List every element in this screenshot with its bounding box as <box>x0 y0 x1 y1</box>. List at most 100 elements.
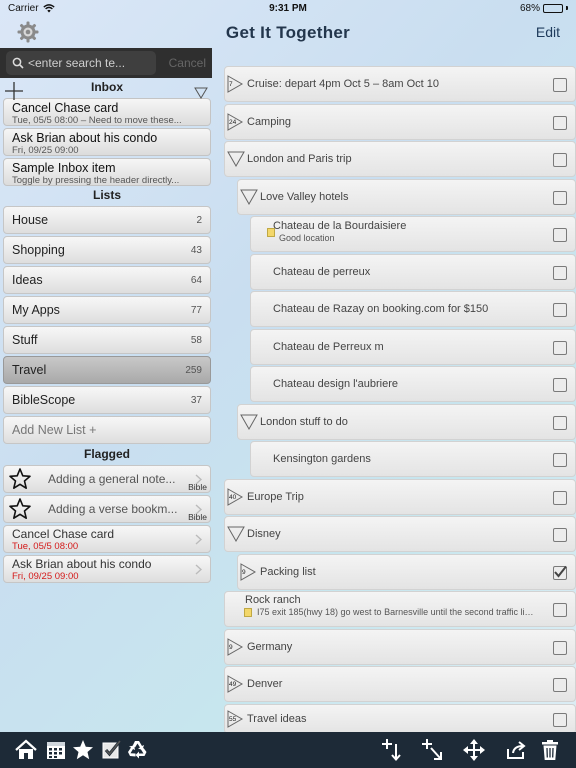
travel-row[interactable]: 40 Europe Trip <box>224 478 576 515</box>
travel-list-panel: 7 Cruise: depart 4pm Oct 5 – 8am Oct 10 … <box>224 66 576 735</box>
recycle-icon[interactable] <box>126 738 150 762</box>
row-label: Chateau de Perreux m <box>273 340 384 353</box>
collapse-triangle-icon[interactable] <box>227 151 245 167</box>
flagged-task-title: Cancel Chase card <box>12 527 115 541</box>
home-icon[interactable] <box>14 738 38 762</box>
travel-row[interactable]: 9 Germany <box>224 628 576 665</box>
inbox-header[interactable]: Inbox <box>0 78 214 101</box>
row-note: Good location <box>267 227 406 243</box>
expand-triangle-icon[interactable]: 24 <box>227 112 244 131</box>
flagged-note-tag: Bible <box>188 512 207 522</box>
flagged-title: Flagged <box>83 447 130 461</box>
battery-group: 68% <box>520 3 568 14</box>
travel-row[interactable]: Chateau design l'aubriere <box>250 366 576 402</box>
inbox-item[interactable]: Cancel Chase card Tue, 05/5 08:00 – Need … <box>3 98 211 126</box>
row-checkbox[interactable] <box>553 712 567 727</box>
move-icon[interactable] <box>462 738 486 762</box>
note-icon <box>244 607 252 617</box>
travel-row[interactable]: Love Valley hotels <box>237 178 576 215</box>
list-item-stuff[interactable]: Stuff 58 <box>3 326 211 354</box>
travel-row[interactable]: London and Paris trip <box>224 141 576 177</box>
carrier-label: Carrier <box>8 2 39 14</box>
add-subitem-icon[interactable] <box>420 738 444 762</box>
list-item-biblescope[interactable]: BibleScope 37 <box>3 386 211 414</box>
checkbox-icon[interactable] <box>99 738 123 762</box>
travel-row[interactable]: Rock ranch I75 exit 185(hwy 18) go west … <box>224 591 576 627</box>
row-checkbox[interactable] <box>553 228 567 242</box>
travel-row[interactable]: 24 Camping <box>224 103 576 140</box>
row-checkbox[interactable] <box>553 528 567 542</box>
row-checkbox[interactable] <box>553 303 567 317</box>
star-icon[interactable] <box>8 467 32 491</box>
flagged-note[interactable]: Adding a general note... Bible <box>3 465 211 493</box>
row-checkbox[interactable] <box>553 340 567 355</box>
row-checkbox[interactable] <box>553 265 567 280</box>
share-icon[interactable] <box>504 738 528 762</box>
travel-row[interactable]: London stuff to do <box>237 403 576 440</box>
travel-row[interactable]: Chateau de Razay on booking.com for $150 <box>250 291 576 327</box>
add-item-below-icon[interactable] <box>380 738 404 762</box>
flagged-task[interactable]: Cancel Chase card Tue, 05/5 08:00 <box>3 525 211 553</box>
search-cancel-button[interactable]: Cancel <box>169 56 206 70</box>
list-item-shopping[interactable]: Shopping 43 <box>3 236 211 264</box>
collapse-triangle-icon[interactable] <box>194 87 208 99</box>
inbox-item-title: Ask Brian about his condo <box>12 131 158 145</box>
travel-row[interactable]: 7 Cruise: depart 4pm Oct 5 – 8am Oct 10 <box>224 66 576 102</box>
collapse-triangle-icon[interactable] <box>227 526 245 542</box>
carrier-group: Carrier <box>8 3 55 14</box>
travel-row[interactable]: 55 Travel ideas <box>224 703 576 734</box>
expand-triangle-icon[interactable]: 7 <box>227 75 244 93</box>
row-checkbox[interactable] <box>553 640 567 655</box>
row-checkbox[interactable] <box>553 603 567 617</box>
row-checkbox[interactable] <box>553 453 567 467</box>
list-item-ideas[interactable]: Ideas 64 <box>3 266 211 294</box>
list-count: 43 <box>190 244 202 256</box>
row-checkbox[interactable] <box>553 415 567 430</box>
star-icon[interactable] <box>8 497 32 521</box>
travel-row[interactable]: Disney <box>224 516 576 552</box>
search-field[interactable] <box>6 51 156 75</box>
trash-icon[interactable] <box>538 738 562 762</box>
list-item-travel[interactable]: Travel 259 <box>3 356 211 384</box>
search-input[interactable] <box>28 56 146 70</box>
star-filled-icon[interactable] <box>71 738 95 762</box>
expand-triangle-icon[interactable]: 40 <box>227 487 244 506</box>
travel-row[interactable]: Chateau de la Bourdaisiere Good location <box>250 216 576 252</box>
list-item-house[interactable]: House 2 <box>3 206 211 234</box>
travel-row[interactable]: Kensington gardens <box>250 441 576 477</box>
list-item-my-apps[interactable]: My Apps 77 <box>3 296 211 324</box>
row-label: Disney <box>247 528 281 540</box>
row-checkbox[interactable] <box>553 115 567 130</box>
expand-triangle-icon[interactable]: 49 <box>227 675 244 693</box>
row-label: Cruise: depart 4pm Oct 5 – 8am Oct 10 <box>247 78 439 90</box>
edit-button[interactable]: Edit <box>536 24 560 40</box>
row-checkbox[interactable] <box>553 678 567 692</box>
child-count: 24 <box>229 118 237 126</box>
row-label: Love Valley hotels <box>260 190 349 203</box>
flagged-task[interactable]: Ask Brian about his condo Fri, 09/25 09:… <box>3 555 211 583</box>
row-checkbox[interactable] <box>553 153 567 167</box>
calendar-icon[interactable] <box>44 738 68 762</box>
add-list-button[interactable]: Add New List + <box>3 416 211 444</box>
row-checkbox[interactable] <box>553 378 567 392</box>
expand-triangle-icon[interactable]: 9 <box>240 562 257 581</box>
collapse-triangle-icon[interactable] <box>240 414 258 430</box>
expand-triangle-icon[interactable]: 9 <box>227 637 244 656</box>
travel-row[interactable]: 9 Packing list <box>237 553 576 590</box>
flagged-note[interactable]: Adding a verse bookm... Bible <box>3 495 211 523</box>
plus-icon[interactable] <box>4 81 24 101</box>
row-checkbox-checked[interactable] <box>553 565 567 580</box>
travel-row[interactable]: Chateau de perreux <box>250 253 576 290</box>
row-label: Packing list <box>260 565 316 578</box>
inbox-item[interactable]: Ask Brian about his condo Fri, 09/25 09:0… <box>3 128 211 156</box>
row-checkbox[interactable] <box>553 78 567 92</box>
row-label: Chateau de la Bourdaisiere <box>273 220 407 232</box>
expand-triangle-icon[interactable]: 55 <box>227 709 244 728</box>
travel-row[interactable]: 49 Denver <box>224 666 576 702</box>
row-checkbox[interactable] <box>553 190 567 205</box>
collapse-triangle-icon[interactable] <box>240 189 258 205</box>
inbox-item[interactable]: Sample Inbox item Toggle by pressing the … <box>3 158 211 186</box>
flagged-task-date: Tue, 05/5 08:00 <box>12 541 79 552</box>
travel-row[interactable]: Chateau de Perreux m <box>250 328 576 365</box>
row-checkbox[interactable] <box>553 490 567 505</box>
